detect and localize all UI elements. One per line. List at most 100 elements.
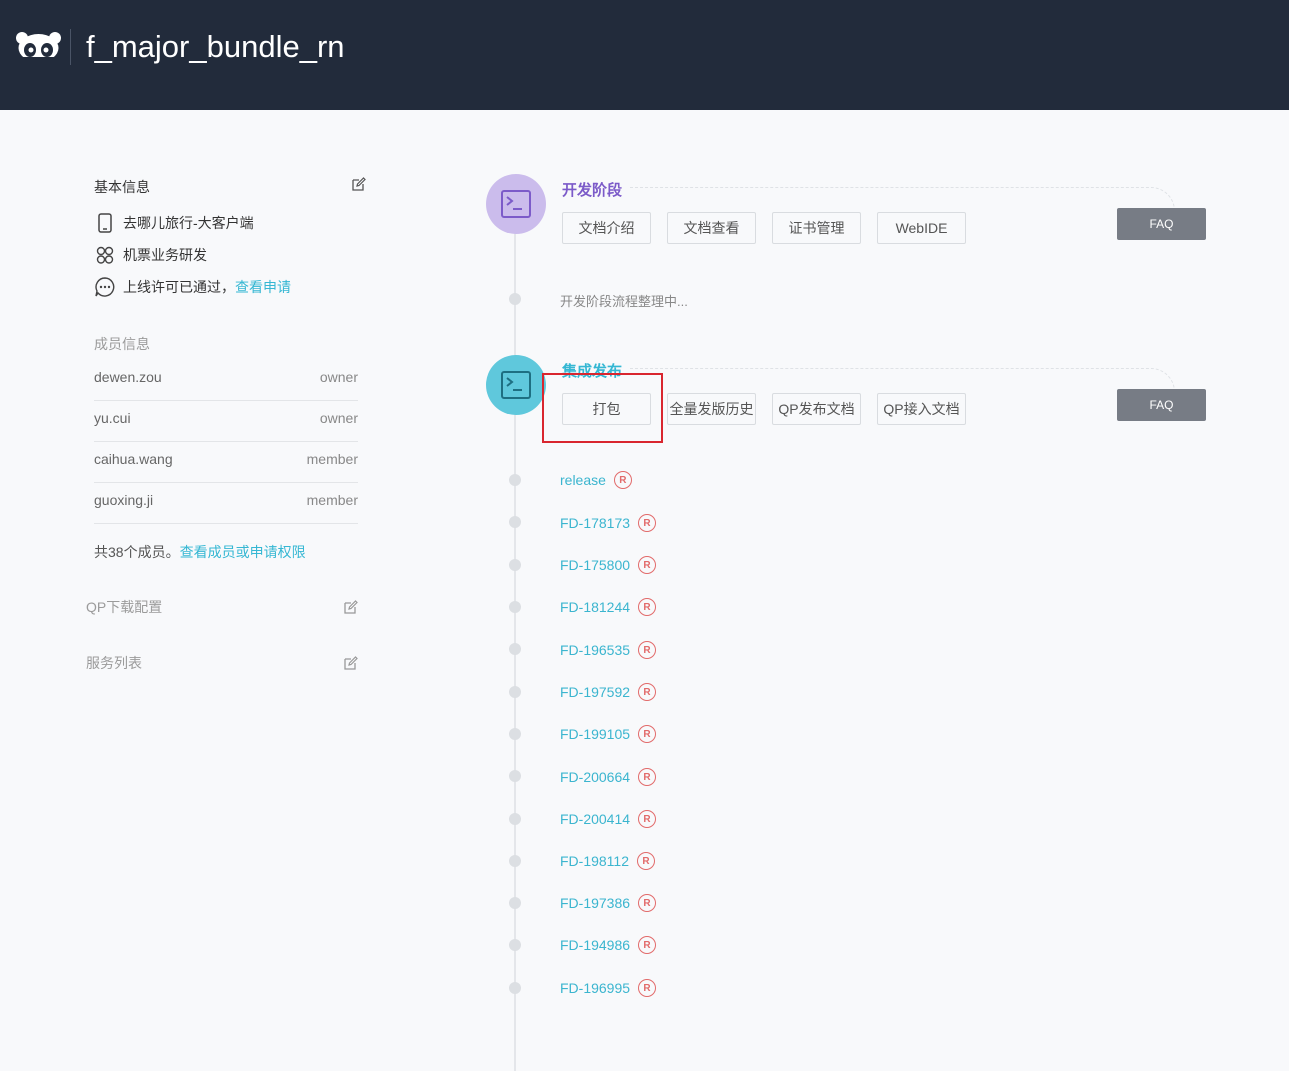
timeline-dot (509, 728, 521, 740)
license-row: 上线许可已通过， 查看申请 (94, 276, 291, 298)
release-badge-icon: R (638, 641, 657, 659)
qp-publish-doc-button[interactable]: QP发布文档 (772, 393, 861, 425)
timeline-dot (509, 601, 521, 613)
team-label: 机票业务研发 (123, 247, 207, 263)
branch-item[interactable]: FD-178173 R (560, 513, 657, 533)
member-total: 共38个成员。查看成员或申请权限 (94, 542, 306, 562)
timeline-dot (509, 474, 521, 486)
branch-item[interactable]: FD-198112 R (560, 851, 656, 871)
branch-name[interactable]: FD-200414 (560, 811, 630, 827)
branch-name[interactable]: FD-198112 (560, 853, 629, 869)
branch-name[interactable]: FD-178173 (560, 515, 630, 531)
release-badge-icon: R (638, 514, 657, 532)
release-badge-icon: R (638, 556, 657, 574)
branch-name[interactable]: FD-175800 (560, 557, 630, 573)
branch-name[interactable]: release (560, 472, 606, 488)
branch-name[interactable]: FD-181244 (560, 599, 630, 615)
cert-manage-button[interactable]: 证书管理 (772, 212, 861, 244)
branch-name[interactable]: FD-194986 (560, 937, 630, 953)
phone-icon (94, 212, 116, 234)
qp-integration-doc-button[interactable]: QP接入文档 (877, 393, 966, 425)
branch-item[interactable]: FD-194986 R (560, 935, 657, 955)
member-row: guoxing.ji member (94, 483, 358, 524)
service-list-title[interactable]: 服务列表 (86, 653, 142, 673)
branch-item[interactable]: release R (560, 470, 632, 490)
member-role: member (306, 451, 358, 467)
platform-row: 去哪儿旅行-大客户端 (94, 212, 254, 234)
timeline-dot (509, 813, 521, 825)
edit-basic-info-icon[interactable] (352, 177, 366, 191)
branch-name[interactable]: FD-196995 (560, 980, 630, 996)
release-stage-connector (630, 368, 1175, 392)
timeline-dot (509, 293, 521, 305)
release-badge-icon: R (638, 894, 657, 912)
branch-name[interactable]: FD-196535 (560, 642, 630, 658)
top-header: f_major_bundle_rn (0, 0, 1289, 110)
dev-faq-button[interactable]: FAQ (1117, 208, 1206, 240)
branch-item[interactable]: FD-175800 R (560, 555, 657, 575)
timeline-dot (509, 897, 521, 909)
branch-name[interactable]: FD-197386 (560, 895, 630, 911)
branch-item[interactable]: FD-200414 R (560, 809, 657, 829)
team-icon (94, 244, 116, 266)
edit-qp-config-icon[interactable] (344, 600, 358, 614)
view-application-link[interactable]: 查看申请 (235, 277, 291, 297)
platform-label: 去哪儿旅行-大客户端 (123, 215, 254, 231)
highlight-box (542, 373, 663, 443)
branch-item[interactable]: FD-196535 R (560, 640, 657, 660)
view-members-link[interactable]: 查看成员或申请权限 (180, 544, 306, 560)
timeline-dot (509, 516, 521, 528)
branch-item[interactable]: FD-200664 R (560, 767, 657, 787)
release-badge-icon: R (638, 768, 657, 786)
edit-service-list-icon[interactable] (344, 656, 358, 670)
member-row: dewen.zou owner (94, 360, 358, 401)
timeline-dot (509, 559, 521, 571)
release-faq-button[interactable]: FAQ (1117, 389, 1206, 421)
release-badge-icon: R (638, 936, 657, 954)
member-name: caihua.wang (94, 451, 173, 467)
member-name: dewen.zou (94, 369, 162, 385)
timeline-dot (509, 982, 521, 994)
release-badge-icon: R (613, 471, 632, 489)
release-badge-icon: R (638, 725, 657, 743)
branch-name[interactable]: FD-199105 (560, 726, 630, 742)
member-name: guoxing.ji (94, 492, 154, 508)
qp-config-title[interactable]: QP下载配置 (86, 597, 162, 617)
timeline-dot (509, 939, 521, 951)
branch-item[interactable]: FD-181244 R (560, 597, 657, 617)
dev-stage-icon (486, 174, 546, 234)
dev-stage-title: 开发阶段 (562, 182, 623, 199)
release-badge-icon: R (638, 810, 657, 828)
header-divider (70, 29, 71, 65)
pipeline-timeline: 开发阶段 文档介绍 文档查看 证书管理 WebIDE FAQ 开发阶段流程整理中… (470, 110, 1289, 1071)
dev-stage-connector (630, 187, 1175, 211)
release-history-button[interactable]: 全量发版历史 (667, 393, 756, 425)
license-text: 上线许可已通过， (123, 279, 235, 295)
branch-item[interactable]: FD-196995 R (560, 978, 657, 998)
webide-button[interactable]: WebIDE (877, 212, 966, 244)
member-name: yu.cui (94, 410, 131, 426)
team-row: 机票业务研发 (94, 244, 207, 266)
branch-item[interactable]: FD-197386 R (560, 893, 657, 913)
member-role: owner (319, 369, 358, 385)
app-title: f_major_bundle_rn (86, 29, 345, 64)
doc-intro-button[interactable]: 文档介绍 (562, 212, 651, 244)
branch-name[interactable]: FD-197592 (560, 684, 630, 700)
member-row: caihua.wang member (94, 442, 358, 483)
dev-progress-text: 开发阶段流程整理中... (560, 294, 688, 309)
timeline-dot (509, 770, 521, 782)
timeline-dot (509, 643, 521, 655)
panda-logo-icon[interactable] (15, 31, 62, 63)
member-total-text: 共38个成员。 (94, 544, 180, 560)
doc-view-button[interactable]: 文档查看 (667, 212, 756, 244)
left-panel: 基本信息 去哪儿旅行-大客户端 机票业务研发 上线许可已通过， 查看申请 成员信… (0, 110, 440, 1071)
member-row: yu.cui owner (94, 401, 358, 442)
branch-name[interactable]: FD-200664 (560, 769, 630, 785)
release-stage-icon (486, 355, 546, 415)
release-badge-icon: R (638, 979, 657, 997)
timeline-dot (509, 855, 521, 867)
chat-bubble-icon (94, 276, 116, 298)
branch-item[interactable]: FD-197592 R (560, 682, 657, 702)
branch-item[interactable]: FD-199105 R (560, 724, 657, 744)
release-badge-icon: R (637, 852, 656, 870)
